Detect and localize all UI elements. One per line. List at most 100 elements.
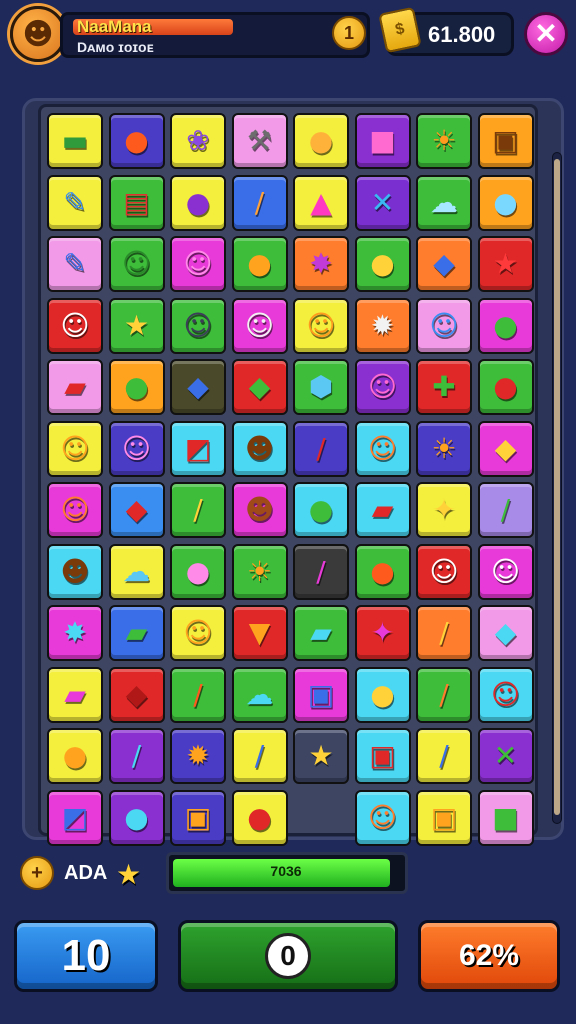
board-tile[interactable]: /	[231, 728, 288, 784]
board-tile[interactable]: ▣	[416, 789, 472, 846]
board-tile[interactable]: /	[293, 420, 349, 477]
board-tile[interactable]: ☁	[416, 174, 472, 231]
board-tile[interactable]: ★	[293, 728, 349, 784]
board-tile[interactable]: ★	[108, 297, 165, 354]
play-button[interactable]: 0	[178, 920, 398, 992]
board-tile[interactable]: ✹	[170, 728, 226, 784]
board-tile[interactable]: ✸	[293, 236, 349, 292]
board-tile[interactable]: /	[293, 543, 349, 600]
board-tile[interactable]: /	[170, 482, 226, 538]
board-tile[interactable]: ●	[354, 236, 411, 292]
board-tile[interactable]: ▣	[477, 113, 534, 169]
board-tile[interactable]: ☺	[293, 297, 349, 354]
board-tile[interactable]: ✎	[47, 236, 103, 292]
player-avatar[interactable]: ☻	[10, 6, 66, 62]
board-tile[interactable]: ✦	[354, 605, 411, 661]
board-tile[interactable]: ☺	[416, 297, 472, 354]
board-tile[interactable]: ✕	[477, 728, 534, 784]
board-tile[interactable]: /	[416, 728, 472, 784]
level-badge[interactable]: 1	[332, 16, 366, 50]
board-tile[interactable]: ☺	[354, 789, 411, 846]
board-tile[interactable]: ☁	[231, 666, 288, 723]
board-tile[interactable]: ◆	[108, 482, 165, 538]
board-tile[interactable]: ●	[477, 359, 534, 415]
board-tile[interactable]: ☺	[47, 297, 103, 354]
board-tile[interactable]: ☀	[231, 543, 288, 600]
board-tile[interactable]: ◆	[477, 605, 534, 661]
board-tile[interactable]: ☺	[170, 236, 226, 292]
board-tile[interactable]: ◩	[170, 420, 226, 477]
board-tile[interactable]: ▤	[108, 174, 165, 231]
board-tile[interactable]: ☻	[231, 420, 288, 477]
board-tile[interactable]: ☀	[416, 420, 472, 477]
board-tile[interactable]: ❀	[170, 113, 226, 169]
board-tile[interactable]: ★	[477, 236, 534, 292]
board-tile[interactable]: ✎	[47, 174, 103, 231]
board-tile[interactable]: ⚒	[231, 113, 288, 169]
close-button[interactable]: ✕	[524, 12, 568, 56]
board-tile[interactable]: ✚	[416, 359, 472, 415]
board-tile[interactable]: ●	[108, 359, 165, 415]
board-tile[interactable]: ▬	[47, 113, 103, 169]
board-tile[interactable]: ◆	[170, 359, 226, 415]
scrollbar-thumb[interactable]	[554, 159, 560, 815]
board-tile[interactable]: /	[416, 605, 472, 661]
board-tile[interactable]: ●	[293, 113, 349, 169]
board-tile[interactable]: ●	[47, 728, 103, 784]
board-tile[interactable]: ☺	[108, 236, 165, 292]
board-tile[interactable]: ☀	[416, 113, 472, 169]
board-tile[interactable]: /	[416, 666, 472, 723]
board-tile[interactable]: ●	[170, 543, 226, 600]
board-tile[interactable]: ☺	[477, 666, 534, 723]
board-tile[interactable]: ▼	[231, 605, 288, 661]
board-tile[interactable]: ☺	[47, 420, 103, 477]
plus-badge-icon[interactable]: +	[20, 856, 54, 890]
board-tile[interactable]: ●	[354, 666, 411, 723]
board-tile[interactable]: ☺	[231, 297, 288, 354]
board-tile[interactable]: ▰	[354, 482, 411, 538]
board-tile[interactable]: ▰	[47, 666, 103, 723]
board-tile[interactable]: ▣	[354, 728, 411, 784]
board-tile[interactable]: ■	[354, 113, 411, 169]
board-tile[interactable]: ●	[108, 789, 165, 846]
board-tile[interactable]: /	[108, 728, 165, 784]
board-tile[interactable]: ◆	[231, 359, 288, 415]
board-tile[interactable]: ☁	[108, 543, 165, 600]
board-tile[interactable]: ●	[231, 789, 288, 846]
board-tile[interactable]: ☺	[108, 420, 165, 477]
board-tile[interactable]: ▰	[293, 605, 349, 661]
percent-button[interactable]: 62%	[418, 920, 560, 992]
board-tile[interactable]: /	[477, 482, 534, 538]
board-tile[interactable]: ●	[477, 174, 534, 231]
moves-button[interactable]: 10	[14, 920, 158, 992]
board-tile[interactable]: ☺	[47, 482, 103, 538]
board-tile[interactable]: ▣	[293, 666, 349, 723]
board-tile[interactable]: ☺	[354, 359, 411, 415]
board-tile[interactable]: ☺	[354, 420, 411, 477]
board-tile[interactable]: ◩	[47, 789, 103, 846]
board-tile[interactable]: ☻	[47, 543, 103, 600]
board-tile[interactable]: ☺	[170, 297, 226, 354]
board-tile[interactable]: ▲	[293, 174, 349, 231]
board-tile[interactable]: ●	[108, 113, 165, 169]
board-tile[interactable]: /	[231, 174, 288, 231]
board-tile[interactable]: ☺	[416, 543, 472, 600]
board-tile[interactable]: ◆	[477, 420, 534, 477]
board-tile[interactable]: ▣	[170, 789, 226, 846]
board-tile[interactable]: ▰	[47, 359, 103, 415]
board-tile[interactable]: ■	[477, 789, 534, 846]
board-tile[interactable]: ▰	[108, 605, 165, 661]
board-tile[interactable]: ☺	[170, 605, 226, 661]
board-scrollbar[interactable]	[552, 152, 562, 824]
board-tile[interactable]: ●	[231, 236, 288, 292]
board-tile[interactable]: ●	[354, 543, 411, 600]
board-tile[interactable]: ☺	[477, 543, 534, 600]
board-tile[interactable]: ✹	[354, 297, 411, 354]
board-tile[interactable]: ●	[477, 297, 534, 354]
board-tile[interactable]: ●	[170, 174, 226, 231]
board-tile[interactable]: ◆	[416, 236, 472, 292]
board-tile[interactable]: /	[170, 666, 226, 723]
board-tile[interactable]: ⬢	[293, 359, 349, 415]
board-tile[interactable]: ☻	[231, 482, 288, 538]
board-tile[interactable]: ✸	[47, 605, 103, 661]
